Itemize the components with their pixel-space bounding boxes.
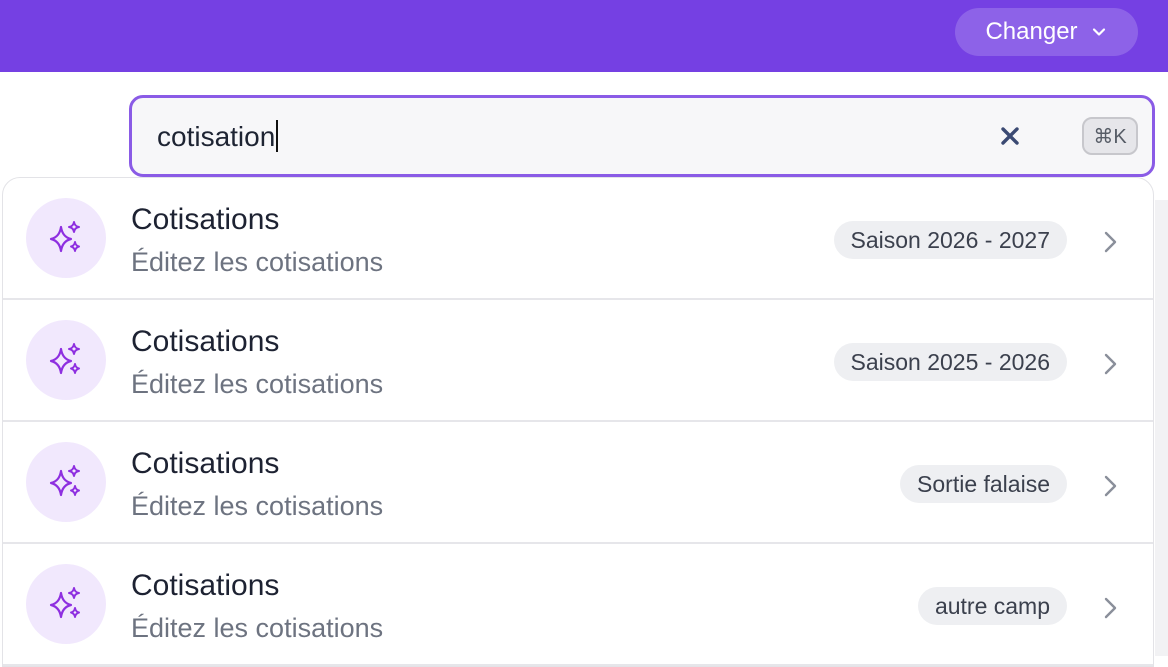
- top-bar: Changer: [0, 0, 1168, 72]
- event-badge: Sortie falaise: [900, 465, 1067, 503]
- sparkles-icon: [26, 198, 106, 278]
- search-results-list: Cotisations Éditez les cotisations Saiso…: [2, 177, 1154, 667]
- result-item[interactable]: Cotisations Éditez les cotisations Saiso…: [3, 178, 1153, 300]
- sparkles-icon: [26, 442, 106, 522]
- result-title: Cotisations: [131, 325, 280, 358]
- search-query: cotisation: [157, 121, 276, 152]
- result-title: Cotisations: [131, 569, 280, 602]
- result-item[interactable]: Cotisations Éditez les cotisations Sorti…: [3, 422, 1153, 544]
- chevron-down-icon: [1092, 28, 1105, 36]
- result-subtitle: Éditez les cotisations: [131, 613, 384, 643]
- result-subtitle: Éditez les cotisations: [131, 247, 384, 277]
- chevron-right-icon: [1104, 231, 1117, 253]
- sparkles-icon: [26, 320, 106, 400]
- result-title: Cotisations: [131, 447, 280, 480]
- chevron-right-icon: [1104, 597, 1117, 619]
- changer-label: Changer: [985, 18, 1078, 45]
- event-badge: autre camp: [917, 587, 1067, 625]
- close-icon[interactable]: [998, 124, 1022, 148]
- search-input[interactable]: cotisation ⌘K: [129, 95, 1155, 177]
- background-panel: [1155, 200, 1168, 656]
- result-item[interactable]: Cotisations Éditez les cotisations Saiso…: [3, 300, 1153, 422]
- changer-button[interactable]: Changer: [955, 8, 1138, 56]
- season-badge: Saison 2025 - 2026: [833, 343, 1067, 381]
- result-item[interactable]: Cotisations Éditez les cotisations autre…: [3, 544, 1153, 666]
- season-badge: Saison 2026 - 2027: [833, 221, 1067, 259]
- keyboard-shortcut-badge: ⌘K: [1082, 117, 1138, 155]
- result-title: Cotisations: [131, 203, 280, 236]
- sparkles-icon: [26, 564, 106, 644]
- chevron-right-icon: [1104, 475, 1117, 497]
- result-subtitle: Éditez les cotisations: [131, 369, 384, 399]
- result-subtitle: Éditez les cotisations: [131, 491, 384, 521]
- chevron-right-icon: [1104, 353, 1117, 375]
- text-caret: [276, 120, 279, 152]
